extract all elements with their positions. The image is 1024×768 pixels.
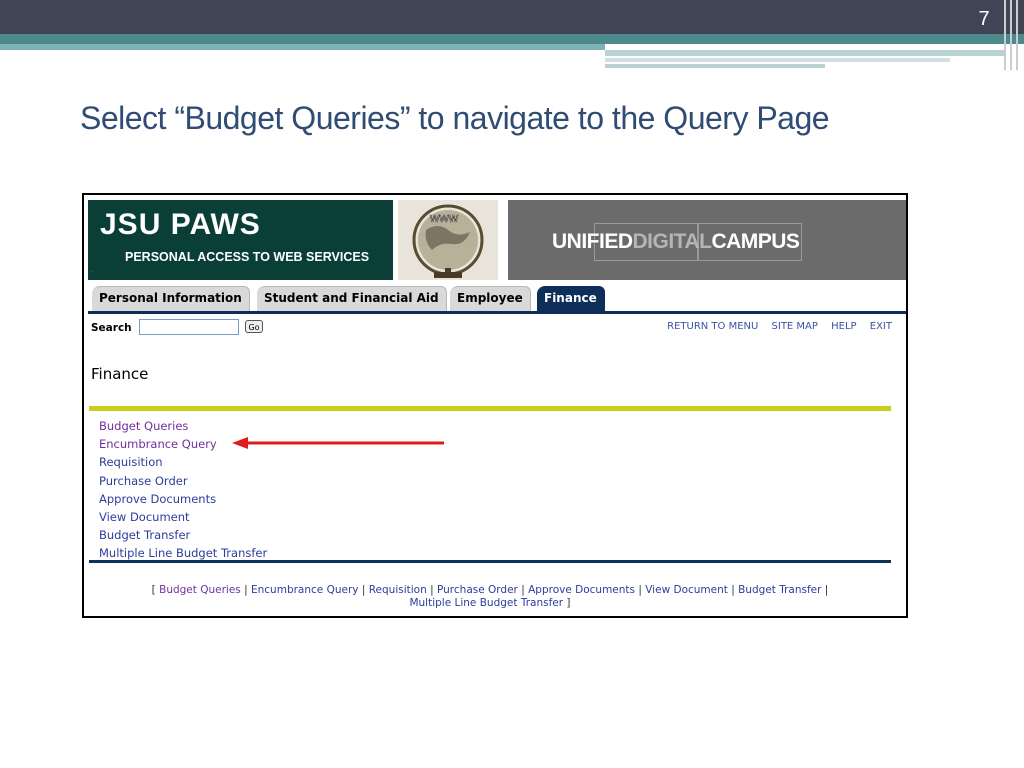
footer-separator: | (361, 584, 366, 596)
footer-separator: | (430, 584, 434, 596)
slide-title: Select “Budget Queries” to navigate to t… (80, 100, 830, 136)
footer-link-budget-transfer[interactable]: Budget Transfer (738, 584, 821, 596)
footer-bracket: [ (151, 584, 156, 596)
help-link[interactable]: HELP (831, 321, 856, 332)
header-stripe (605, 58, 950, 62)
footer-separator: | (824, 584, 829, 596)
tab-personal-information[interactable]: Personal Information (92, 286, 250, 311)
banner-brand-panel: UNIFIEDDIGITALCAMPUS (508, 200, 906, 280)
footer-nav: [ Budget Queries | Encumbrance Query | R… (89, 584, 891, 610)
footer-link-requisition[interactable]: Requisition (369, 584, 427, 596)
header-stripe (0, 44, 605, 50)
brand-word-unified: UNIFIED (552, 230, 633, 253)
banner-logo-panel: JSU PAWS PERSONAL ACCESS TO WEB SERVICES… (88, 200, 393, 280)
red-arrow-icon (232, 437, 444, 449)
footer-separator: | (731, 584, 735, 596)
footer-bracket: ] (566, 597, 571, 609)
utility-links: RETURN TO MENU SITE MAP HELP EXIT (657, 321, 892, 332)
menu-item-purchase-order[interactable]: Purchase Order (99, 472, 267, 490)
banner-fineprint: ... (90, 268, 94, 273)
exit-link[interactable]: EXIT (870, 321, 892, 332)
search-label: Search (91, 322, 132, 334)
footer-link-multiple-line-budget-transfer[interactable]: Multiple Line Budget Transfer (409, 597, 563, 609)
brand-word-campus: CAMPUS (711, 230, 800, 253)
menu-item-budget-transfer[interactable]: Budget Transfer (99, 526, 267, 544)
header-divider (1004, 0, 1006, 70)
header-divider (1010, 0, 1012, 70)
tab-underline (88, 311, 906, 314)
banner: JSU PAWS PERSONAL ACCESS TO WEB SERVICES… (88, 200, 906, 280)
header-divider (1016, 0, 1018, 70)
page-heading: Finance (91, 365, 149, 383)
footer-link-encumbrance-query[interactable]: Encumbrance Query (251, 584, 359, 596)
tab-student-financial-aid[interactable]: Student and Financial Aid (257, 286, 447, 311)
menu-item-view-document[interactable]: View Document (99, 508, 267, 526)
banner-title: JSU PAWS (100, 208, 261, 241)
app-screenshot: JSU PAWS PERSONAL ACCESS TO WEB SERVICES… (82, 193, 908, 618)
footer-link-approve-documents[interactable]: Approve Documents (528, 584, 635, 596)
menu-item-requisition[interactable]: Requisition (99, 453, 267, 471)
menu-item-approve-documents[interactable]: Approve Documents (99, 490, 267, 508)
footer-separator: | (244, 584, 248, 596)
search-input[interactable] (139, 319, 239, 335)
globe-label: www (429, 210, 459, 225)
globe-image: www (398, 200, 498, 280)
slide-header-band (0, 0, 1024, 34)
header-stripe (605, 64, 825, 68)
tab-bar: Personal Information Student and Financi… (88, 286, 906, 312)
header-stripe (0, 34, 1024, 44)
banner-subtitle: PERSONAL ACCESS TO WEB SERVICES (125, 250, 370, 264)
footer-link-purchase-order[interactable]: Purchase Order (437, 584, 518, 596)
section-divider (89, 406, 891, 411)
footer-separator: | (638, 584, 642, 596)
tab-employee[interactable]: Employee (450, 286, 531, 311)
globe-icon: www (398, 200, 498, 280)
brand-wordmark: UNIFIEDDIGITALCAMPUS (552, 230, 800, 254)
menu-item-budget-queries[interactable]: Budget Queries (99, 417, 267, 435)
footer-divider (89, 560, 891, 563)
site-map-link[interactable]: SITE MAP (772, 321, 818, 332)
slide-number: 7 (978, 8, 990, 30)
footer-link-budget-queries[interactable]: Budget Queries (159, 584, 241, 596)
go-button[interactable]: Go (245, 320, 263, 333)
return-to-menu-link[interactable]: RETURN TO MENU (667, 321, 758, 332)
brand-word-tal: TAL (673, 230, 712, 253)
brand-word-digi: DIGI (632, 230, 675, 253)
footer-separator: | (521, 584, 525, 596)
header-stripe (605, 50, 1005, 56)
tab-finance[interactable]: Finance (537, 286, 605, 311)
footer-link-view-document[interactable]: View Document (645, 584, 728, 596)
